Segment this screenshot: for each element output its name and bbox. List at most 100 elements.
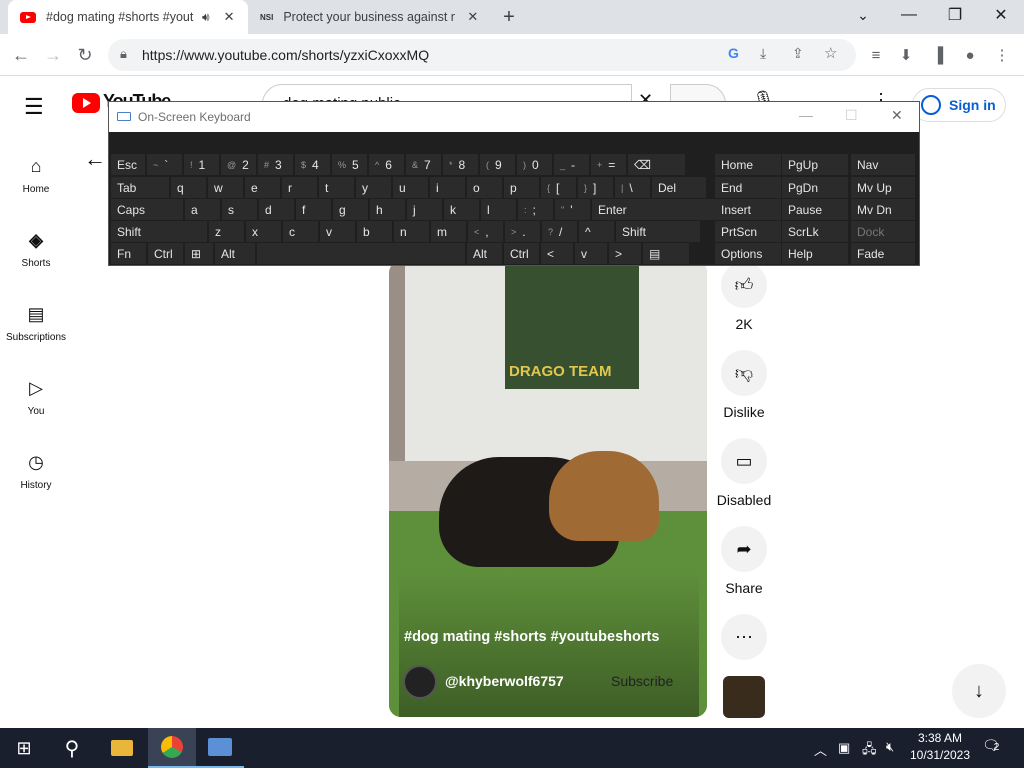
osk-key[interactable]: ) 0 [517, 154, 552, 175]
osk-key[interactable]: $4 [295, 154, 330, 175]
osk-key[interactable]: ^ 6 [369, 154, 404, 175]
chrome-taskbar-icon[interactable] [148, 728, 196, 768]
osk-minimize-button[interactable]: — [799, 107, 813, 123]
minimize-button[interactable]: — [886, 0, 932, 30]
osk-key[interactable]: x [246, 221, 281, 242]
tab-close-icon[interactable]: ✕ [467, 9, 478, 25]
osk-key[interactable]: b [357, 221, 392, 242]
osk-key[interactable]: s [222, 199, 257, 220]
osk-nav-key[interactable]: ScrLk [782, 221, 848, 242]
tray-app-icon[interactable]: ▣ [838, 740, 850, 756]
osk-key[interactable]: z [209, 221, 244, 242]
osk-key[interactable] [257, 243, 465, 264]
tab-nsi[interactable]: NSI Protect your business against ne ✕ [250, 0, 490, 34]
shorts-video-player[interactable]: DRAGO TEAM #dog mating #shorts #youtubes… [389, 261, 707, 717]
osk-key[interactable]: Tab [111, 177, 169, 198]
chrome-menu-icon[interactable]: ⋮ [986, 34, 1018, 76]
channel-avatar[interactable] [403, 665, 437, 699]
next-video-down-icon[interactable]: ↓ [952, 664, 1006, 718]
osk-key[interactable]: t [319, 177, 354, 198]
network-icon[interactable]: 🖧︎ [862, 740, 877, 762]
osk-key[interactable]: ! 1 [184, 154, 219, 175]
omnibox[interactable]: 🔒︎ https://www.youtube.com/shorts/yzxiCx… [108, 39, 856, 71]
osk-nav-key[interactable]: Options [715, 243, 781, 264]
comments-button[interactable]: ▭ Disabled [709, 438, 779, 508]
osk-key[interactable]: e [245, 177, 280, 198]
osk-key[interactable]: >. [505, 221, 540, 242]
osk-key[interactable]: m [431, 221, 466, 242]
osk-key[interactable]: & 7 [406, 154, 441, 175]
osk-title-bar[interactable]: On-Screen Keyboard — ☐ ✕ [109, 102, 919, 132]
osk-nav-key[interactable]: Insert [715, 199, 781, 220]
osk-key[interactable]: f [296, 199, 331, 220]
osk-nav-key[interactable]: Home [715, 154, 781, 175]
tab-close-icon[interactable]: ✕ [224, 9, 235, 25]
osk-key[interactable]: c [283, 221, 318, 242]
sidebar-item-you[interactable]: ▷ You [0, 376, 72, 418]
speaker-icon[interactable]: 🔊︎ [202, 10, 210, 25]
osk-nav-key[interactable]: Help [782, 243, 848, 264]
close-window-button[interactable]: ✕ [978, 0, 1024, 30]
osk-nav-key[interactable]: Dock [851, 221, 915, 242]
osk-key[interactable]: " ' [555, 199, 590, 220]
video-title[interactable]: #dog mating #shorts #youtubeshorts [404, 629, 659, 645]
osk-key[interactable]: {[ [541, 177, 576, 198]
osk-key[interactable]: | \ [615, 177, 650, 198]
osk-key[interactable]: > [609, 243, 641, 264]
share-page-icon[interactable]: ⇪ [792, 45, 804, 62]
share-button[interactable]: ➦ Share [721, 526, 767, 596]
osk-key[interactable]: * 8 [443, 154, 478, 175]
notification-center-icon[interactable]: 🗨︎2 [982, 737, 1000, 754]
osk-key[interactable]: v [320, 221, 355, 242]
osk-key[interactable]: j [407, 199, 442, 220]
osk-key[interactable]: Alt [467, 243, 502, 264]
osk-key[interactable]: @2 [221, 154, 256, 175]
dislike-button[interactable]: 👎︎ Dislike [714, 350, 774, 420]
osk-key[interactable]: ⊞ [185, 243, 213, 264]
sidebar-item-subscriptions[interactable]: ▤ Subscriptions [0, 302, 72, 344]
osk-key[interactable]: Ctrl [504, 243, 539, 264]
osk-key[interactable]: <, [468, 221, 503, 242]
start-windows-icon[interactable]: ⊞ [0, 728, 48, 768]
osk-key[interactable]: Alt [215, 243, 255, 264]
sidebar-item-home[interactable]: ⌂ Home [0, 154, 72, 196]
osk-key[interactable]: a [185, 199, 220, 220]
osk-key[interactable]: q [171, 177, 206, 198]
osk-key[interactable]: ▤ [643, 243, 689, 264]
side-panel-icon[interactable]: ▐ [922, 34, 954, 76]
like-button[interactable]: 👍︎ 2K [721, 262, 767, 332]
osk-key[interactable]: Shift [616, 221, 700, 242]
osk-nav-key[interactable]: Fade [851, 243, 915, 264]
volume-muted-icon[interactable]: 🔇︎ [886, 739, 894, 755]
osk-key[interactable]: p [504, 177, 539, 198]
subscribe-button[interactable]: Subscribe [601, 665, 683, 697]
sign-in-button[interactable]: Sign in [912, 88, 1006, 122]
osk-key[interactable]: v [575, 243, 607, 264]
forward-icon[interactable]: → [36, 34, 70, 76]
file-explorer-icon[interactable] [98, 728, 146, 768]
osk-key[interactable]: Ctrl [148, 243, 183, 264]
back-icon[interactable]: ← [4, 34, 38, 76]
osk-key[interactable]: ~ ` [147, 154, 182, 175]
osk-key[interactable]: Fn [111, 243, 146, 264]
osk-key[interactable]: d [259, 199, 294, 220]
osk-nav-key[interactable]: PgUp [782, 154, 848, 175]
show-hidden-icons-chevron-icon[interactable]: ︿ [814, 740, 827, 759]
osk-key[interactable]: g [333, 199, 368, 220]
osk-key[interactable]: h [370, 199, 405, 220]
sidebar-item-shorts[interactable]: ◈ Shorts [0, 228, 72, 270]
hamburger-menu-icon[interactable]: ☰ [24, 94, 44, 120]
more-actions-button[interactable]: ⋯ [721, 614, 767, 668]
osk-nav-key[interactable]: Mv Dn [851, 199, 915, 220]
osk-key[interactable]: w [208, 177, 243, 198]
sidebar-item-history[interactable]: ◷ History [0, 450, 72, 492]
osk-key[interactable]: Del [652, 177, 706, 198]
install-app-icon[interactable]: ⤓ [760, 45, 766, 62]
url-text[interactable]: https://www.youtube.com/shorts/yzxiCxoxx… [142, 47, 429, 63]
reload-icon[interactable]: ↻ [68, 34, 102, 76]
lock-icon[interactable]: 🔒︎ [120, 46, 127, 62]
osk-key[interactable]: n [394, 221, 429, 242]
osk-nav-key[interactable]: PgDn [782, 177, 848, 198]
back-arrow-icon[interactable]: ← [84, 146, 106, 172]
sound-thumbnail[interactable] [723, 676, 765, 718]
